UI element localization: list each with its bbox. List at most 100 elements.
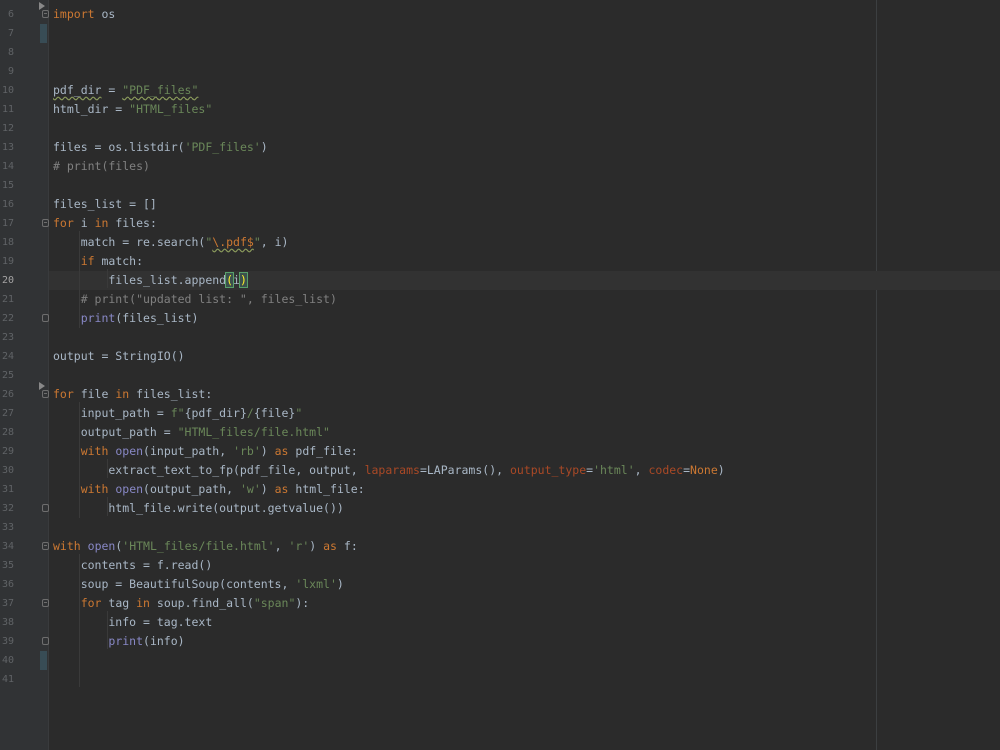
line-number[interactable]: 26	[0, 385, 14, 404]
line-number[interactable]: 35	[0, 556, 14, 575]
line-number[interactable]: 11	[0, 100, 14, 119]
code-token: files_list = []	[53, 197, 157, 211]
line-number[interactable]: 8	[0, 43, 14, 62]
indent-guide	[107, 497, 108, 517]
line-number[interactable]: 30	[0, 461, 14, 480]
line-number[interactable]: 13	[0, 138, 14, 157]
change-marker	[40, 651, 47, 670]
code-line[interactable]: with open(output_path, 'w') as html_file…	[53, 480, 365, 499]
line-number[interactable]: 40	[0, 651, 14, 670]
code-line[interactable]: files_list = []	[53, 195, 157, 214]
line-number[interactable]: 20	[0, 271, 14, 290]
line-number-gutter[interactable]: 6 7 8 9 10 11 12 13 14 15 16 17 18 19 20 21 22 23 24 25 26 27…	[0, 0, 49, 750]
line-number[interactable]: 39	[0, 632, 14, 651]
code-line[interactable]: input_path = f"{pdf_dir}/{file}"	[53, 404, 303, 423]
line-number[interactable]: 29	[0, 442, 14, 461]
code-editor[interactable]: 6 7 8 9 10 11 12 13 14 15 16 17 18 19 20 21 22 23 24 25 26 27…	[0, 0, 1000, 750]
code-token: None	[690, 463, 718, 477]
code-line[interactable]: # print("updated list: ", files_list)	[53, 290, 337, 309]
line-number[interactable]: 31	[0, 480, 14, 499]
line-number[interactable]: 27	[0, 404, 14, 423]
code-line[interactable]: with open(input_path, 'rb') as pdf_file:	[53, 442, 358, 461]
line-number[interactable]: 17	[0, 214, 14, 233]
line-number[interactable]: 32	[0, 499, 14, 518]
code-line[interactable]: if match:	[53, 252, 143, 271]
line-number[interactable]: 24	[0, 347, 14, 366]
code-token: )	[336, 577, 344, 591]
code-line[interactable]: for tag in soup.find_all("span"):	[53, 594, 310, 613]
code-token: "span"	[253, 596, 296, 610]
line-number[interactable]: 10	[0, 81, 14, 100]
code-token: {pdf_dir}	[184, 406, 247, 420]
fold-end-icon[interactable]	[42, 504, 49, 512]
code-line[interactable]: for file in files_list:	[53, 385, 212, 404]
line-number[interactable]: 38	[0, 613, 14, 632]
fold-toggle-icon[interactable]	[42, 542, 49, 550]
fold-toggle-icon[interactable]	[42, 219, 49, 227]
code-line[interactable]: import os	[53, 5, 115, 24]
line-number[interactable]: 41	[0, 670, 14, 689]
code-line[interactable]: extract_text_to_fp(pdf_file, output, lap…	[53, 461, 724, 480]
code-token: "	[253, 235, 261, 249]
code-token: files:	[108, 216, 157, 230]
code-line[interactable]: print(files_list)	[53, 309, 199, 328]
line-number[interactable]: 23	[0, 328, 14, 347]
code-line[interactable]: soup = BeautifulSoup(contents, 'lxml')	[53, 575, 344, 594]
code-token: in	[94, 216, 109, 230]
fold-end-icon[interactable]	[42, 314, 49, 322]
code-token: for	[53, 216, 74, 230]
line-number[interactable]: 7	[0, 24, 14, 43]
code-line[interactable]: files = os.listdir('PDF_files')	[53, 138, 268, 157]
code-token: 'rb'	[233, 444, 261, 458]
line-number[interactable]: 22	[0, 309, 14, 328]
code-line[interactable]: with open('HTML_files/file.html', 'r') a…	[53, 537, 358, 556]
right-margin-guide	[876, 0, 877, 750]
line-number[interactable]: 16	[0, 195, 14, 214]
line-number[interactable]: 12	[0, 119, 14, 138]
line-number[interactable]: 28	[0, 423, 14, 442]
code-line[interactable]: for i in files:	[53, 214, 157, 233]
code-line[interactable]: output = StringIO()	[53, 347, 185, 366]
line-number[interactable]: 34	[0, 537, 14, 556]
line-number[interactable]: 18	[0, 233, 14, 252]
code-token: html_file:	[288, 482, 365, 496]
indent-guide	[79, 402, 80, 518]
line-number[interactable]: 9	[0, 62, 14, 81]
line-number[interactable]: 19	[0, 252, 14, 271]
code-line[interactable]: html_dir = "HTML_files"	[53, 100, 212, 119]
line-number[interactable]: 36	[0, 575, 14, 594]
line-number[interactable]: 37	[0, 594, 14, 613]
fold-toggle-icon[interactable]	[42, 10, 49, 18]
code-token: files_list:	[129, 387, 213, 401]
indent-guide	[107, 269, 108, 289]
line-number[interactable]: 15	[0, 176, 14, 195]
code-line[interactable]: files_list.append(i)	[53, 271, 248, 290]
fold-end-icon[interactable]	[42, 637, 49, 645]
code-line[interactable]: print(info)	[53, 632, 184, 651]
code-token: output_type	[509, 463, 587, 477]
code-token: i	[233, 273, 240, 287]
code-line[interactable]: pdf_dir = "PDF_files"	[53, 81, 198, 100]
code-line[interactable]: info = tag.text	[53, 613, 212, 632]
line-number[interactable]: 25	[0, 366, 14, 385]
code-token: with	[80, 482, 109, 496]
code-line[interactable]: match = re.search("\.pdf$", i)	[53, 233, 289, 252]
code-line[interactable]: # print(files)	[53, 157, 150, 176]
line-number[interactable]: 6	[0, 5, 14, 24]
line-number[interactable]: 14	[0, 157, 14, 176]
line-number[interactable]: 21	[0, 290, 14, 309]
line-number[interactable]: 33	[0, 518, 14, 537]
code-token: print	[80, 311, 116, 325]
code-token: info = tag.text	[53, 615, 213, 629]
indent-guide	[107, 459, 108, 479]
fold-toggle-icon[interactable]	[42, 599, 49, 607]
change-marker	[40, 24, 47, 43]
code-token: {file}	[253, 406, 296, 420]
code-line[interactable]: output_path = "HTML_files/file.html"	[53, 423, 330, 442]
fold-toggle-icon[interactable]	[42, 390, 49, 398]
code-line[interactable]: contents = f.read()	[53, 556, 213, 575]
code-line[interactable]: html_file.write(output.getvalue())	[53, 499, 343, 518]
